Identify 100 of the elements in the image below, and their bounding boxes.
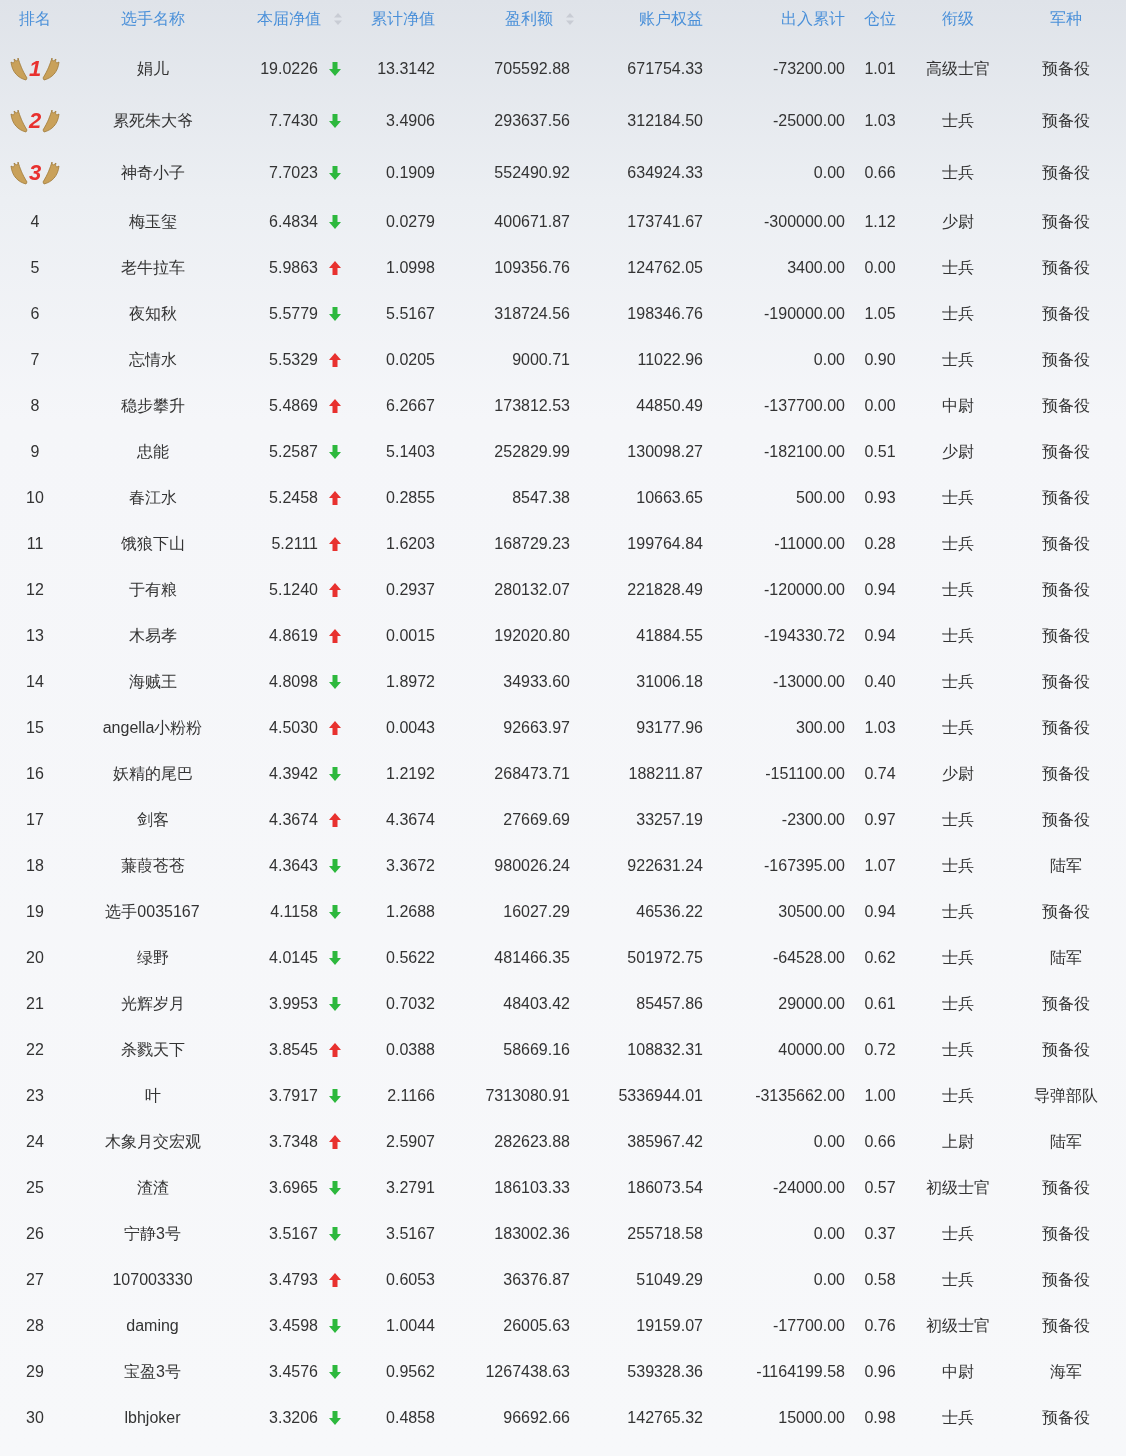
net-flow-value: -182100.00 [764, 443, 845, 461]
position-value: 0.58 [864, 1271, 896, 1289]
player-name: 于有粮 [128, 579, 177, 600]
service-branch: 预备役 [1042, 625, 1090, 646]
position-value: 0.98 [864, 1409, 896, 1427]
player-name: lbhjoker [124, 1409, 181, 1427]
cumulative-nav: 0.9562 [386, 1363, 435, 1381]
profit-value: 980026.24 [494, 857, 570, 875]
cumulative-nav: 1.2192 [386, 765, 435, 783]
net-flow-value: 30500.00 [778, 903, 845, 921]
equity-value: 198346.76 [627, 305, 703, 323]
position-value: 0.66 [864, 164, 896, 182]
up-arrow-icon [328, 812, 342, 828]
down-arrow-icon [328, 904, 342, 920]
rank-number: 9 [30, 443, 40, 461]
nav-value: 19.0226 [260, 60, 318, 78]
column-header: 衔级 [942, 8, 974, 29]
cumulative-nav: 3.2791 [386, 1179, 435, 1197]
position-value: 1.03 [864, 112, 896, 130]
equity-value: 199764.84 [627, 535, 703, 553]
nav-value: 5.1240 [269, 581, 318, 599]
service-branch: 预备役 [1042, 110, 1090, 131]
net-flow-value: -73200.00 [772, 60, 845, 78]
down-arrow-icon [328, 950, 342, 966]
sort-icon[interactable] [333, 12, 343, 26]
equity-value: 85457.86 [636, 995, 703, 1013]
net-flow-value: -194330.72 [764, 627, 845, 645]
service-branch: 预备役 [1042, 901, 1090, 922]
net-flow-value: 29000.00 [778, 995, 845, 1013]
equity-value: 671754.33 [627, 60, 703, 78]
cumulative-nav: 4.3674 [386, 811, 435, 829]
service-branch: 预备役 [1042, 763, 1090, 784]
equity-value: 501972.75 [627, 949, 703, 967]
service-branch: 预备役 [1042, 162, 1090, 183]
rank-number: 28 [26, 1317, 44, 1335]
net-flow-value: -17700.00 [772, 1317, 845, 1335]
rank-number: 24 [26, 1133, 44, 1151]
rank-number: 12 [26, 581, 44, 599]
service-branch: 预备役 [1042, 441, 1090, 462]
net-flow-value: -1164199.58 [756, 1363, 845, 1381]
position-value: 0.74 [864, 765, 896, 783]
net-flow-value: -25000.00 [772, 112, 845, 130]
profit-value: 293637.56 [494, 112, 570, 130]
equity-value: 124762.05 [627, 259, 703, 277]
service-branch: 预备役 [1042, 58, 1090, 79]
rank-title: 士兵 [942, 717, 974, 738]
profit-value: 8547.38 [512, 489, 570, 507]
profit-value: 168729.23 [494, 535, 570, 553]
position-value: 0.97 [864, 811, 896, 829]
cumulative-nav: 0.6053 [386, 1271, 435, 1289]
position-value: 0.37 [864, 1225, 896, 1243]
player-name: 神奇小子 [120, 162, 185, 183]
position-value: 1.01 [864, 60, 896, 78]
nav-value: 5.2587 [269, 443, 318, 461]
rank-title: 士兵 [942, 162, 974, 183]
rank-number: 30 [26, 1409, 44, 1427]
column-header[interactable]: 本届净值 [257, 8, 321, 30]
position-value: 0.66 [864, 1133, 896, 1151]
service-branch: 预备役 [1042, 533, 1090, 554]
profit-value: 16027.29 [503, 903, 570, 921]
rank-title: 初级士官 [926, 1315, 990, 1336]
column-header: 累计净值 [371, 8, 435, 29]
rank-title: 士兵 [942, 993, 974, 1014]
profit-value: 48403.42 [503, 995, 570, 1013]
service-branch: 陆军 [1050, 855, 1082, 876]
position-value: 0.94 [864, 903, 896, 921]
down-arrow-icon [328, 444, 342, 460]
equity-value: 186073.54 [627, 1179, 703, 1197]
down-arrow-icon [328, 996, 342, 1012]
sort-icon[interactable] [565, 12, 575, 26]
up-arrow-icon [328, 582, 342, 598]
rank-number: 18 [26, 857, 44, 875]
net-flow-value: -24000.00 [772, 1179, 845, 1197]
equity-value: 634924.33 [627, 164, 703, 182]
cumulative-nav: 1.8972 [386, 673, 435, 691]
net-flow-value: 0.00 [813, 1271, 845, 1289]
cumulative-nav: 1.6203 [386, 535, 435, 553]
rank-number: 6 [30, 305, 40, 323]
position-value: 0.90 [864, 351, 896, 369]
rank-number: 17 [26, 811, 44, 829]
rank-number: 8 [30, 397, 40, 415]
rank-title: 高级士官 [926, 58, 990, 79]
rank-title: 士兵 [942, 625, 974, 646]
down-arrow-icon [328, 1180, 342, 1196]
player-name: 忘情水 [128, 349, 177, 370]
profit-value: 26005.63 [503, 1317, 570, 1335]
position-value: 0.51 [864, 443, 896, 461]
player-name: 海贼王 [128, 671, 177, 692]
rank-number: 16 [26, 765, 44, 783]
nav-value: 3.4576 [269, 1363, 318, 1381]
service-branch: 预备役 [1042, 1177, 1090, 1198]
net-flow-value: 15000.00 [778, 1409, 845, 1427]
cumulative-nav: 6.2667 [386, 397, 435, 415]
position-value: 1.07 [864, 857, 896, 875]
down-arrow-icon [328, 113, 342, 129]
player-name: 累死朱大爷 [112, 110, 193, 131]
equity-value: 108832.31 [627, 1041, 703, 1059]
rank-title: 士兵 [942, 1039, 974, 1060]
column-header[interactable]: 盈利额 [505, 8, 553, 30]
nav-value: 5.2111 [271, 535, 318, 553]
